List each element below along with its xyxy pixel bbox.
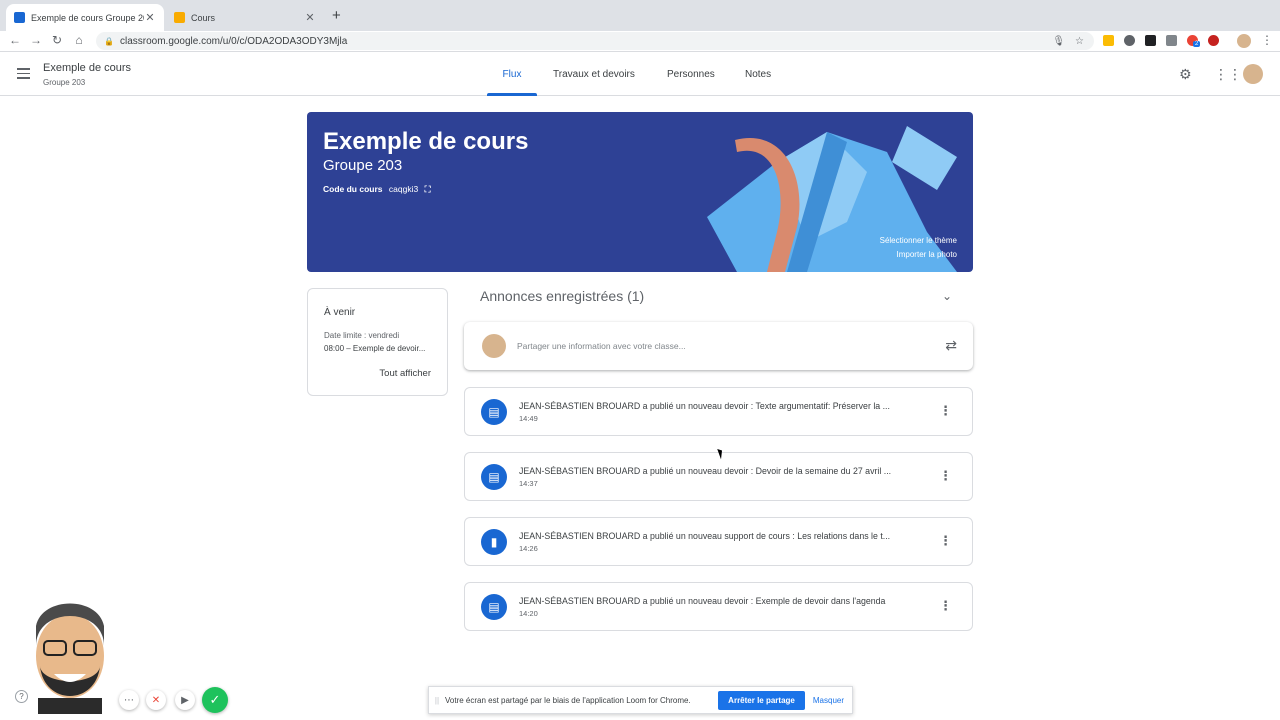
browser-tab-classroom[interactable]: Exemple de cours Groupe 203 ✕ bbox=[6, 4, 164, 31]
more-options-icon[interactable]: ⋯ bbox=[119, 690, 139, 710]
screen-share-bar: || Votre écran est partagé par le biais … bbox=[428, 686, 853, 714]
post-time: 14:37 bbox=[519, 479, 538, 488]
more-options-icon[interactable]: ⋮ bbox=[939, 468, 952, 484]
import-photo-link[interactable]: Importer la photo bbox=[897, 250, 957, 259]
close-tab-icon[interactable]: ✕ bbox=[144, 11, 156, 24]
extension-icon[interactable] bbox=[1124, 35, 1135, 46]
course-banner: Exemple de cours Groupe 203 Code du cour… bbox=[307, 112, 973, 272]
select-theme-link[interactable]: Sélectionner le thème bbox=[880, 236, 957, 245]
post-text: JEAN-SÉBASTIEN BROUARD a publié un nouve… bbox=[519, 401, 890, 411]
apps-grid-icon[interactable]: ⋮⋮ bbox=[1214, 66, 1242, 83]
post-text: JEAN-SÉBASTIEN BROUARD a publié un nouve… bbox=[519, 531, 891, 541]
post-text: JEAN-SÉBASTIEN BROUARD a publié un nouve… bbox=[519, 466, 892, 476]
classroom-favicon-icon bbox=[14, 12, 25, 23]
help-icon[interactable]: ? bbox=[15, 690, 28, 703]
url-text: classroom.google.com/u/0/c/ODA2ODA3ODY3M… bbox=[119, 35, 348, 47]
stream-post[interactable]: ▤ JEAN-SÉBASTIEN BROUARD a publié un nou… bbox=[464, 582, 973, 631]
lock-icon: 🔒 bbox=[104, 36, 114, 46]
microphone-icon[interactable]: 🎙 bbox=[1052, 36, 1065, 47]
main-menu-icon[interactable] bbox=[17, 68, 30, 82]
back-icon[interactable]: ← bbox=[8, 33, 22, 47]
course-title[interactable]: Exemple de cours bbox=[43, 62, 131, 74]
tab-personnes[interactable]: Personnes bbox=[667, 52, 715, 96]
more-options-icon[interactable]: ⋮ bbox=[939, 403, 952, 419]
course-subtitle: Groupe 203 bbox=[43, 78, 86, 87]
tab-travaux-et-devoirs[interactable]: Travaux et devoirs bbox=[553, 52, 635, 96]
upcoming-item-link[interactable]: 08:00 – Exemple de devoir... bbox=[324, 344, 425, 353]
browser-tab-cours[interactable]: Cours ✕ bbox=[166, 4, 324, 31]
course-code: Code du cours caqgki3 ⛶ bbox=[323, 184, 431, 195]
chevron-down-icon[interactable]: ⌄ bbox=[942, 289, 952, 303]
more-options-icon[interactable]: ⋮ bbox=[939, 598, 952, 614]
saved-announcements-heading[interactable]: Annonces enregistrées (1) bbox=[480, 288, 644, 304]
home-icon[interactable]: ⌂ bbox=[72, 33, 86, 47]
tab-title: Cours bbox=[191, 12, 216, 23]
post-time: 14:26 bbox=[519, 544, 538, 553]
extension-icon[interactable] bbox=[1145, 35, 1156, 46]
assignment-icon: ▤ bbox=[481, 399, 507, 425]
course-code-value: caqgki3 bbox=[388, 184, 419, 194]
extension-icon[interactable] bbox=[1103, 35, 1114, 46]
post-text: JEAN-SÉBASTIEN BROUARD a publié un nouve… bbox=[519, 596, 886, 606]
account-avatar[interactable] bbox=[1243, 64, 1263, 84]
stop-sharing-button[interactable]: Arrêter le partage bbox=[718, 690, 805, 710]
stream-post[interactable]: ▤ JEAN-SÉBASTIEN BROUARD a publié un nou… bbox=[464, 452, 973, 501]
bookmark-star-icon[interactable]: ☆ bbox=[1075, 36, 1084, 47]
share-placeholder: Partager une information avec votre clas… bbox=[517, 341, 686, 351]
assignment-icon: ▤ bbox=[481, 594, 507, 620]
course-code-label: Code du cours bbox=[323, 184, 383, 194]
address-bar[interactable]: 🔒 classroom.google.com/u/0/c/ODA2ODA3ODY… bbox=[96, 32, 1094, 50]
upcoming-heading: À venir bbox=[324, 307, 356, 318]
pause-resume-icon[interactable]: ▶ bbox=[175, 690, 195, 710]
repost-icon[interactable]: ⇄ bbox=[945, 337, 957, 354]
browser-toolbar: ← → ↻ ⌂ 🔒 classroom.google.com/u/0/c/ODA… bbox=[0, 31, 1280, 52]
cancel-recording-icon[interactable]: ✕ bbox=[146, 690, 166, 710]
stream-post[interactable]: ▤ JEAN-SÉBASTIEN BROUARD a publié un nou… bbox=[464, 387, 973, 436]
more-options-icon[interactable]: ⋮ bbox=[939, 533, 952, 549]
webcam-avatar-bubble[interactable] bbox=[28, 586, 112, 714]
tab-notes[interactable]: Notes bbox=[745, 52, 771, 96]
tab-title: Exemple de cours Groupe 203 bbox=[31, 12, 144, 23]
banner-subtitle: Groupe 203 bbox=[323, 157, 403, 174]
upcoming-card: À venir Date limite : vendredi 08:00 – E… bbox=[307, 288, 448, 396]
banner-title: Exemple de cours bbox=[323, 128, 529, 155]
browser-tab-strip: Exemple de cours Groupe 203 ✕ Cours ✕ + bbox=[0, 0, 1280, 31]
chrome-menu-icon[interactable]: ⋮ bbox=[1260, 33, 1274, 47]
hide-button[interactable]: Masquer bbox=[813, 696, 844, 705]
extension-badge: 2 bbox=[1193, 41, 1201, 47]
loom-extension-icon[interactable] bbox=[1208, 35, 1219, 46]
stream-post[interactable]: ▮ JEAN-SÉBASTIEN BROUARD a publié un nou… bbox=[464, 517, 973, 566]
finish-recording-icon[interactable]: ✓ bbox=[202, 687, 228, 713]
upcoming-due-date: Date limite : vendredi bbox=[324, 331, 400, 340]
assignment-icon: ▤ bbox=[481, 464, 507, 490]
fullscreen-icon[interactable]: ⛶ bbox=[425, 184, 431, 194]
new-tab-icon[interactable]: + bbox=[332, 7, 341, 24]
camera-extension-icon[interactable] bbox=[1166, 35, 1177, 46]
share-announcement-box[interactable]: Partager une information avec votre clas… bbox=[464, 322, 973, 370]
forward-icon[interactable]: → bbox=[29, 33, 43, 47]
reload-icon[interactable]: ↻ bbox=[50, 33, 64, 47]
drag-handle-icon[interactable]: || bbox=[429, 696, 445, 705]
view-all-link[interactable]: Tout afficher bbox=[379, 368, 431, 379]
close-tab-icon[interactable]: ✕ bbox=[304, 11, 316, 24]
settings-gear-icon[interactable]: ⚙ bbox=[1179, 66, 1192, 83]
post-time: 14:20 bbox=[519, 609, 538, 618]
share-message: Votre écran est partagé par le biais de … bbox=[445, 695, 691, 705]
post-time: 14:49 bbox=[519, 414, 538, 423]
classroom-favicon-icon bbox=[174, 12, 185, 23]
material-icon: ▮ bbox=[481, 529, 507, 555]
tab-flux[interactable]: Flux bbox=[487, 52, 537, 96]
profile-avatar[interactable] bbox=[1237, 34, 1251, 48]
classroom-header: Exemple de cours Groupe 203 Flux Travaux… bbox=[0, 52, 1280, 96]
user-avatar bbox=[482, 334, 506, 358]
